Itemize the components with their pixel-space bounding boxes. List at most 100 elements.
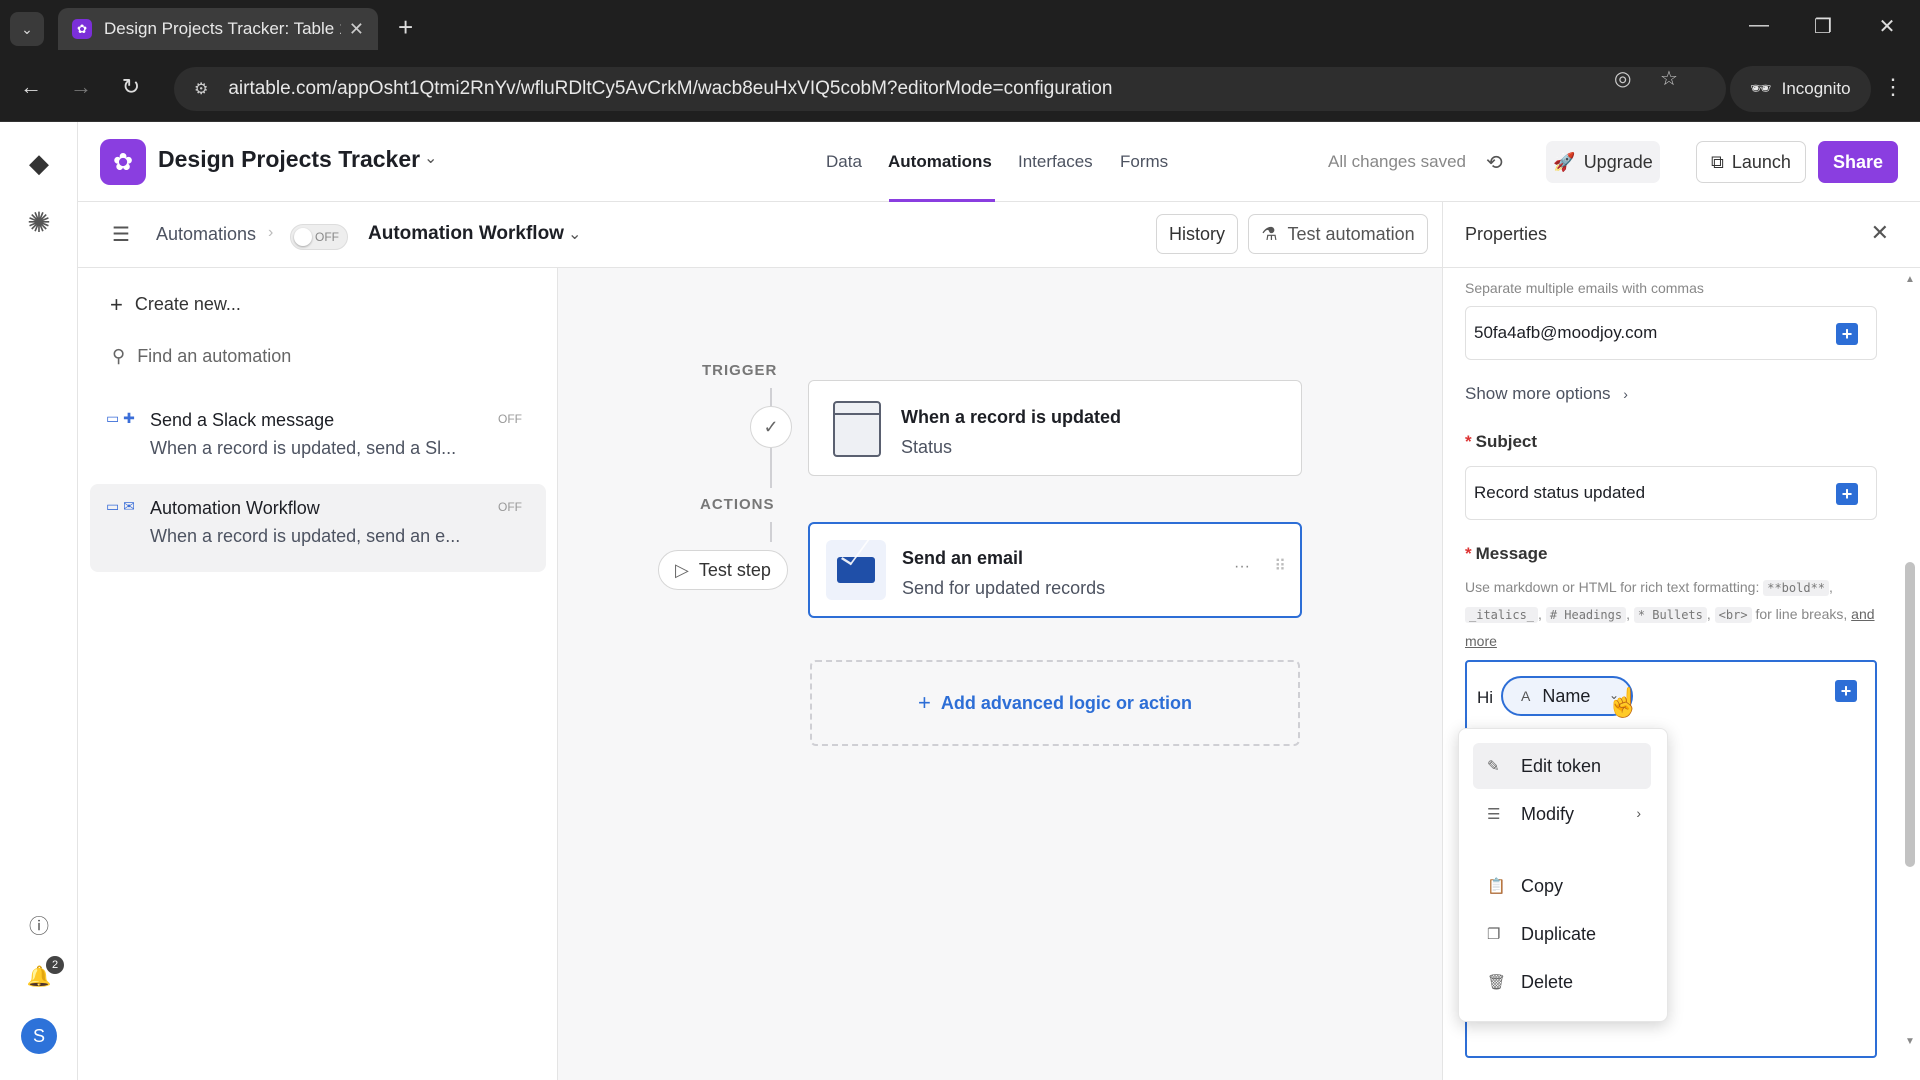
automation-name: Send a Slack message [150,410,335,430]
drag-handle-icon[interactable]: ⠿ [1274,556,1286,576]
browser-tab[interactable]: ✿ Design Projects Tracker: Table 1 ✕ [58,8,378,50]
window-close-icon[interactable]: ✕ [1872,14,1902,39]
pencil-icon: ✎ [1487,758,1500,775]
forward-icon[interactable]: → [66,74,96,100]
chevron-right-icon: › [1636,805,1641,821]
menu-item-edit-token[interactable]: ✎ Edit token [1473,743,1651,789]
trigger-subtitle: Status [901,437,953,457]
subject-label: * Subject [1465,432,1538,451]
back-icon[interactable]: ← [16,74,46,100]
left-rail: ◆ ✺ ⓘ 🔔 2 S [0,122,78,1080]
subject-field[interactable]: Record status updated + [1465,466,1877,520]
launch-button[interactable]: ⧉ Launch [1696,141,1806,183]
omni-spinner-icon[interactable]: ✺ [0,206,78,239]
list-item[interactable]: ▭ ✚ Send a Slack message When a record i… [90,396,546,484]
upgrade-label: Upgrade [1583,151,1653,172]
browser-menu-icon[interactable]: ⋮ [1882,74,1904,100]
menu-item-modify[interactable]: ☰ Modify › [1473,791,1651,837]
hamburger-icon[interactable]: ☰ [112,222,130,247]
more-icon[interactable]: ··· [1234,558,1250,576]
md-chip: # Headings [1545,607,1627,623]
star-icon[interactable]: ☆ [1660,66,1678,91]
breadcrumb-separator-icon: › [268,224,274,241]
tab-forms[interactable]: Forms [1120,152,1168,172]
sliders-icon: ☰ [1487,806,1501,823]
menu-item-label: Duplicate [1521,923,1597,944]
test-automation-button[interactable]: ⚗ Test automation [1248,214,1428,254]
browser-tab-bar: ⌄ ✿ Design Projects Tracker: Table 1 ✕ +… [0,0,1920,56]
scrollbar-thumb[interactable] [1905,562,1915,867]
minimize-icon[interactable]: — [1744,14,1774,37]
add-logic-button[interactable]: + Add advanced logic or action [810,660,1300,746]
md-chip: _italics_ [1465,607,1539,623]
insert-token-icon[interactable]: + [1836,483,1858,505]
list-item[interactable]: ▭ ✉ Automation Workflow When a record is… [90,484,546,572]
automation-subheader: ☰ Automations › OFF Automation Workflow … [78,202,1442,268]
scroll-up-icon[interactable]: ▲ [1905,274,1915,285]
insert-token-icon[interactable]: + [1836,323,1858,345]
test-step-button[interactable]: ▷ Test step [658,550,788,590]
workflow-title[interactable]: Automation Workflow [368,223,564,245]
automation-desc: When a record is updated, send a Sl... [150,438,457,458]
avatar[interactable]: S [21,1018,57,1054]
menu-item-copy[interactable]: 📋 Copy [1473,863,1651,909]
md-chip: <br> [1714,607,1752,623]
close-icon[interactable]: ✕ [1871,220,1889,246]
url-bar[interactable]: ⚙ airtable.com/appOsht1Qtmi2RnYv/wfluRDl… [174,67,1726,111]
restore-icon[interactable]: ❐ [1808,14,1838,39]
tab-automations[interactable]: Automations [888,152,992,172]
create-new-button[interactable]: + Create new... [110,292,241,318]
trigger-card[interactable]: When a record is updated Status [808,380,1302,476]
history-clock-icon[interactable]: ⟲ [1486,150,1503,175]
share-button[interactable]: Share [1818,141,1898,183]
status-badge: OFF [498,412,522,426]
menu-item-label: Copy [1521,875,1564,896]
to-field[interactable]: 50fa4afb@moodjoy.com + [1465,306,1877,360]
trash-icon: 🗑 [1487,974,1507,991]
airtable-logo-icon[interactable]: ◆ [0,148,78,179]
flask-icon: ⚗ [1261,223,1278,244]
play-icon: ▷ [675,559,689,580]
tab-search-chevron-icon[interactable]: ⌄ [10,12,44,46]
test-automation-label: Test automation [1287,223,1415,244]
md-chip: **bold** [1763,580,1830,596]
new-tab-icon[interactable]: + [398,14,413,40]
action-card[interactable]: Send an email Send for updated records ·… [808,522,1302,618]
status-badge: OFF [498,500,522,514]
help-icon[interactable]: ⓘ [0,910,78,939]
tab-data[interactable]: Data [826,152,862,172]
automation-toggle[interactable]: OFF [290,224,348,250]
bell-icon[interactable]: 🔔 [0,964,78,989]
breadcrumb[interactable]: Automations [156,224,256,245]
save-status: All changes saved [1328,152,1466,171]
show-more-options-link[interactable]: Show more options › [1465,384,1628,404]
notification-badge: 2 [46,956,64,974]
subject-label-text: Subject [1475,432,1538,451]
base-title[interactable]: Design Projects Tracker [158,146,420,173]
plus-icon: + [110,292,123,317]
site-settings-icon[interactable]: ⚙ [194,79,208,99]
chevron-down-icon[interactable]: ⌄ [568,224,581,244]
automation-desc: When a record is updated, send an e... [150,526,461,546]
menu-item-delete[interactable]: 🗑 Delete [1473,959,1651,1005]
insert-token-icon[interactable]: + [1835,680,1857,702]
incognito-icon: 🕶 [1750,79,1772,98]
to-value: 50fa4afb@moodjoy.com [1474,323,1658,342]
action-subtitle: Send for updated records [902,578,1106,598]
token-label: Name [1542,685,1591,706]
history-button[interactable]: History [1156,214,1238,254]
automation-sidebar: + Create new... ⚲ Find an automation ▭ ✚ S… [78,268,558,1080]
properties-title: Properties [1465,224,1548,244]
tab-interfaces[interactable]: Interfaces [1018,152,1093,172]
incognito-indicator[interactable]: 🕶 Incognito [1730,66,1871,112]
scroll-down-icon[interactable]: ▼ [1905,1036,1915,1047]
base-icon: ✿ [100,139,146,185]
search-input[interactable]: ⚲ Find an automation [112,346,291,367]
chevron-down-icon[interactable]: ⌄ [424,148,437,168]
message-label-text: Message [1475,544,1548,563]
tab-close-icon[interactable]: ✕ [349,19,364,40]
upgrade-button[interactable]: 🚀 Upgrade [1546,141,1660,183]
eye-off-icon[interactable]: ◎ [1614,66,1631,91]
reload-icon[interactable]: ↻ [116,74,146,100]
menu-item-duplicate[interactable]: ❐ Duplicate [1473,911,1651,957]
